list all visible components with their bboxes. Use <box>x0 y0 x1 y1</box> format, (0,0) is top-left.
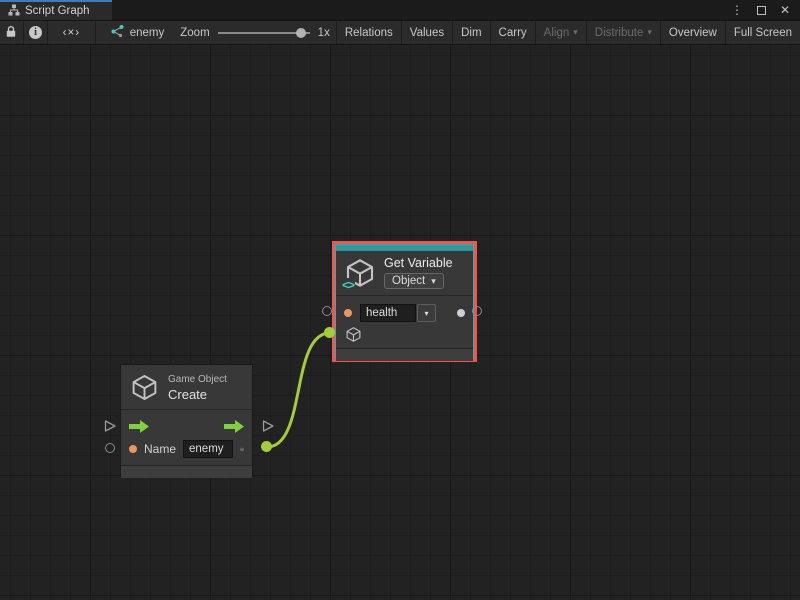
tab-script-graph[interactable]: Script Graph <box>0 0 112 20</box>
get-variable-header: <> Get Variable Object ▾ <box>336 251 473 295</box>
overview-button[interactable]: Overview <box>660 21 725 44</box>
get-variable-node[interactable]: <> Get Variable Object ▾ <box>335 244 474 359</box>
create-flow-input-port[interactable] <box>103 419 117 433</box>
toolbar-buttons: Relations Values Dim Carry Align ▾ Distr… <box>336 21 800 44</box>
get-variable-value-output-port[interactable] <box>472 306 482 316</box>
get-variable-icon: <> <box>344 257 376 289</box>
game-object-icon <box>130 373 159 402</box>
info-icon: i <box>29 26 42 39</box>
align-button: Align ▾ <box>535 21 586 44</box>
zoom-slider-handle[interactable] <box>296 28 306 38</box>
relations-button[interactable]: Relations <box>336 21 401 44</box>
titlebar: Script Graph ⋮ ✕ <box>0 0 800 20</box>
variable-name-input[interactable] <box>360 304 416 322</box>
variable-scope-dropdown[interactable]: Object ▾ <box>384 273 444 289</box>
game-object-output-icon[interactable] <box>240 441 244 458</box>
create-node-footer <box>121 465 252 478</box>
create-node-category: Game Object <box>168 374 227 385</box>
dim-button[interactable]: Dim <box>452 21 489 44</box>
get-variable-title: Get Variable <box>384 256 453 270</box>
variable-picker-dropdown[interactable]: ▾ <box>417 304 436 322</box>
edit-script-button[interactable]: ‹×› <box>48 21 96 44</box>
create-flow-output-port[interactable] <box>261 419 275 433</box>
create-name-input-port[interactable] <box>105 443 115 453</box>
chevron-down-icon: ▾ <box>424 309 428 318</box>
values-button[interactable]: Values <box>401 21 452 44</box>
get-variable-name-input-port[interactable] <box>322 306 332 316</box>
create-node[interactable]: Game Object Create Name <box>120 364 253 477</box>
create-node-title: Create <box>168 387 227 402</box>
lock-icon <box>5 25 17 41</box>
graph-toolbar: i ‹×› enemy Zoom 1x <box>0 20 800 45</box>
flow-output-icon[interactable] <box>224 420 244 433</box>
zoom-label: Zoom <box>180 27 209 39</box>
flow-input-icon[interactable] <box>129 420 149 433</box>
name-input[interactable] <box>183 440 233 458</box>
zoom-value: 1x <box>318 27 330 39</box>
lock-button[interactable] <box>0 21 24 44</box>
variable-name-port-dot[interactable] <box>344 309 352 317</box>
graph-reference[interactable]: enemy <box>96 21 175 44</box>
zoom-control: Zoom 1x <box>174 21 336 44</box>
name-port-label: Name <box>144 442 176 456</box>
name-port-dot[interactable] <box>129 445 137 453</box>
zoom-slider[interactable] <box>218 28 310 38</box>
create-game-object-output-port[interactable] <box>261 441 272 452</box>
get-variable-object-input-port[interactable] <box>324 327 335 338</box>
maximize-icon[interactable] <box>757 6 766 15</box>
chevron-down-icon: ▾ <box>573 28 578 37</box>
value-output-port-dot[interactable] <box>457 309 465 317</box>
create-node-header: Game Object Create <box>121 365 252 409</box>
chevron-down-icon: ▾ <box>431 277 436 286</box>
menu-icon[interactable]: ⋮ <box>731 4 743 16</box>
window-controls: ⋮ ✕ <box>731 0 800 20</box>
info-button[interactable]: i <box>24 21 48 44</box>
distribute-button: Distribute ▾ <box>586 21 660 44</box>
tab-title: Script Graph <box>25 5 90 17</box>
graph-canvas[interactable]: Game Object Create Name <box>0 45 800 600</box>
object-input-port-icon[interactable] <box>345 326 362 343</box>
chevron-down-icon: ▾ <box>647 28 652 37</box>
fullscreen-button[interactable]: Full Screen <box>725 21 800 44</box>
close-icon[interactable]: ✕ <box>780 4 790 16</box>
code-icon: ‹×› <box>63 27 80 39</box>
script-graph-window: Script Graph ⋮ ✕ i ‹×› <box>0 0 800 600</box>
graph-tab-icon <box>8 4 20 19</box>
get-variable-footer <box>336 348 473 361</box>
carry-button[interactable]: Carry <box>490 21 535 44</box>
graph-reference-icon <box>110 24 124 41</box>
graph-name-label: enemy <box>130 27 165 39</box>
